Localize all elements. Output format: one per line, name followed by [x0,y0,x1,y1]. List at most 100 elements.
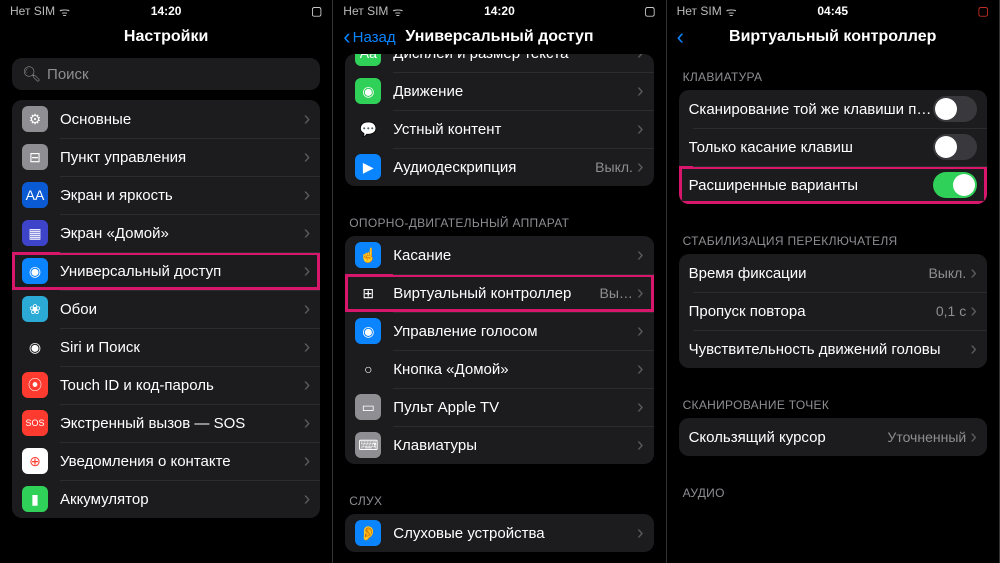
row-icon: AA [22,182,48,208]
row-value: 0,1 с [936,303,966,319]
row-icon: Aa [355,54,381,66]
list-row[interactable]: SOSЭкстренный вызов — SOS› [12,404,320,442]
list-row[interactable]: ☝Касание› [345,236,653,274]
row-label: Сканирование той же клавиши после касани… [689,101,933,118]
search-input[interactable]: 🔍︎ Поиск [12,58,320,90]
screen-settings: Нет SIMᯤ 14:20 ▢ Настройки 🔍︎ Поиск ⚙Осн… [0,0,333,563]
row-icon: 👂 [355,520,381,546]
nav-bar: ‹ Виртуальный контроллер [667,20,999,54]
row-label: Движение [393,83,637,100]
section-audio: Аудио [667,470,999,506]
row-label: Дисплей и размер текста [393,54,637,62]
row-label: Пункт управления [60,149,304,166]
page-title: Виртуальный контроллер [729,28,936,46]
row-label: Touch ID и код-пароль [60,377,304,394]
row-icon: ⊕ [22,448,48,474]
row-label: Пропуск повтора [689,303,936,320]
row-value: Вы… [600,285,633,301]
row-icon: ▶ [355,154,381,180]
nav-bar: Настройки [0,20,332,54]
list-row[interactable]: AAЭкран и яркость› [12,176,320,214]
list-row[interactable]: Только касание клавиш [679,128,987,166]
row-icon: ☝ [355,242,381,268]
list-row[interactable]: ▦Экран «Домой»› [12,214,320,252]
row-label: Слуховые устройства [393,525,637,542]
time: 14:20 [484,4,515,18]
back-button[interactable]: ‹Назад [343,29,395,46]
page-title: Универсальный доступ [405,28,593,46]
list-row[interactable]: ○Кнопка «Домой»› [345,350,653,388]
list-row[interactable]: 💬Устный контент› [345,110,653,148]
list-row[interactable]: Расширенные варианты [679,166,987,204]
toggle-switch[interactable] [933,172,977,198]
carrier: Нет SIM [343,4,388,18]
list-row[interactable]: 👂Слуховые устройства› [345,514,653,552]
list-row[interactable]: Время фиксацииВыкл.› [679,254,987,292]
section-keyboard: Клавиатура [667,54,999,90]
row-icon: ⚙ [22,106,48,132]
list-row[interactable]: ⚙Основные› [12,100,320,138]
list-row[interactable]: ◉Движение› [345,72,653,110]
list-row[interactable]: Скользящий курсорУточненный› [679,418,987,456]
row-icon: ▭ [355,394,381,420]
status-bar: Нет SIMᯤ 14:20 ▢ [333,0,665,20]
row-icon: ▦ [22,220,48,246]
stabilization-group: Время фиксацииВыкл.›Пропуск повтора0,1 с… [679,254,987,368]
screen-accessibility: Нет SIMᯤ 14:20 ▢ ‹Назад Универсальный до… [333,0,666,563]
toggle-switch[interactable] [933,96,977,122]
carrier: Нет SIM [677,4,722,18]
section-scanpoints: Сканирование точек [667,382,999,418]
row-icon: 💬 [355,116,381,142]
row-label: Устный контент [393,121,637,138]
row-label: Чувствительность движений головы [689,341,971,358]
row-label: Аккумулятор [60,491,304,508]
list-row[interactable]: ❀Обои› [12,290,320,328]
row-label: Скользящий курсор [689,429,888,446]
row-label: Касание [393,247,637,264]
search-icon: 🔍︎ [22,65,41,83]
row-value: Выкл. [595,159,633,175]
carrier: Нет SIM [10,4,55,18]
row-value: Выкл. [928,265,966,281]
toggle-switch[interactable] [933,134,977,160]
row-icon: ⦿ [22,372,48,398]
status-bar: Нет SIMᯤ 14:20 ▢ [0,0,332,20]
list-row[interactable]: ⦿Touch ID и код-пароль› [12,366,320,404]
section-hearing: Слух [333,478,665,514]
row-label: Универсальный доступ [60,263,304,280]
list-row[interactable]: ◉Siri и Поиск› [12,328,320,366]
page-title: Настройки [124,28,208,46]
list-row[interactable]: Сканирование той же клавиши после касани… [679,90,987,128]
row-label: Расширенные варианты [689,177,933,194]
row-icon: ○ [355,356,381,382]
screen-virtual-controller: Нет SIMᯤ 04:45 ▢ ‹ Виртуальный контролле… [667,0,1000,563]
list-row[interactable]: ◉Универсальный доступ› [12,252,320,290]
list-row[interactable]: Чувствительность движений головы› [679,330,987,368]
list-row[interactable]: ⌨Клавиатуры› [345,426,653,464]
scanpoints-group: Скользящий курсорУточненный› [679,418,987,456]
row-label: Экран «Домой» [60,225,304,242]
row-label: Аудиодескрипция [393,159,595,176]
row-icon: ▮ [22,486,48,512]
list-row[interactable]: ▭Пульт Apple TV› [345,388,653,426]
section-stabilization: Стабилизация переключателя [667,218,999,254]
list-row[interactable]: ▮Аккумулятор› [12,480,320,518]
row-icon: ⌨ [355,432,381,458]
wifi-icon: ᯤ [59,3,70,20]
battery-icon: ▢ [644,4,655,18]
row-icon: ⊟ [22,144,48,170]
list-row[interactable]: ▶АудиодескрипцияВыкл.› [345,148,653,186]
hearing-group: 👂Слуховые устройства› [345,514,653,552]
list-row[interactable]: ⊕Уведомления о контакте› [12,442,320,480]
row-label: Экран и яркость [60,187,304,204]
nav-bar: ‹Назад Универсальный доступ [333,20,665,54]
row-icon: ◉ [22,258,48,284]
list-row[interactable]: ⊟Пункт управления› [12,138,320,176]
list-row[interactable]: ⊞Виртуальный контроллерВы…› [345,274,653,312]
list-row[interactable]: AaДисплей и размер текста› [345,54,653,72]
row-label: Кнопка «Домой» [393,361,637,378]
list-row[interactable]: Пропуск повтора0,1 с› [679,292,987,330]
list-row[interactable]: ◉Управление голосом› [345,312,653,350]
row-label: Только касание клавиш [689,139,933,156]
keyboard-group: Сканирование той же клавиши после касани… [679,90,987,204]
